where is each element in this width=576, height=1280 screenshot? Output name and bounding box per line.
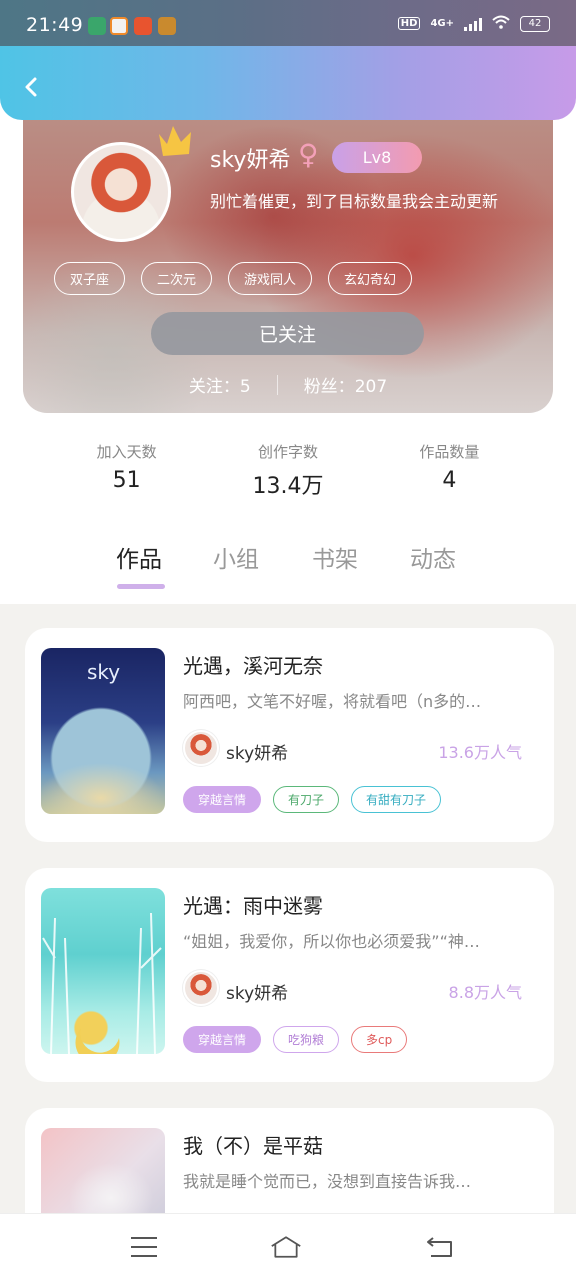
app-notification-icon <box>134 17 152 35</box>
stat-label: 创作字数 <box>257 443 318 461</box>
work-tag[interactable]: 多cp <box>351 1026 408 1053</box>
work-tags: 穿越言情 吃狗粮 多cp <box>183 1026 408 1053</box>
back-button[interactable] <box>18 74 44 100</box>
female-icon: ♀ <box>298 138 319 171</box>
stat-days: 加入天数 51 <box>46 441 207 523</box>
app-notification-icon <box>158 17 176 35</box>
author-avatar <box>183 730 219 766</box>
work-tag[interactable]: 穿越言情 <box>183 1026 262 1053</box>
divider <box>276 374 278 395</box>
book-cover <box>41 888 165 1054</box>
wifi-icon <box>492 15 510 32</box>
work-card[interactable]: sky 光遇，溪河无奈 阿西吧，文笔不好喔，将就看吧（n多的… sky妍希 13… <box>25 628 554 842</box>
work-author: sky妍希 <box>226 984 289 1004</box>
profile-tag[interactable]: 二次元 <box>141 262 213 295</box>
chevron-left-icon <box>25 77 37 97</box>
stats-card: 加入天数 51 创作字数 13.4万 作品数量 4 <box>46 405 530 523</box>
battery-icon: 42 <box>520 15 550 32</box>
work-title: 光遇：雨中迷雾 <box>183 894 323 918</box>
network-type: 4G+ <box>430 17 454 29</box>
home-button[interactable] <box>270 1232 302 1262</box>
level-badge: Lv8 <box>332 142 422 173</box>
status-time: 21:49 <box>26 14 84 36</box>
home-icon <box>271 1236 301 1258</box>
profile-tags: 双子座 二次元 游戏同人 玄幻奇幻 <box>54 262 413 295</box>
tab-bar: 作品 小组 书架 动态 <box>0 540 576 604</box>
stat-words: 创作字数 13.4万 <box>207 441 368 523</box>
cover-text: sky <box>87 660 121 684</box>
work-title: 我（不）是平菇 <box>183 1134 323 1158</box>
status-bar: 21:49 HD 4G+ 42 <box>0 0 576 46</box>
hd-icon: HD <box>397 17 421 30</box>
work-popularity: 8.8万人气 <box>448 983 522 1002</box>
fans-count[interactable]: 粉丝：207 <box>304 372 387 397</box>
work-description: 我就是睡个觉而已，没想到直接告诉我… <box>183 1172 472 1191</box>
work-description: “姐姐，我爱你，所以你也必须爱我”“神… <box>183 932 480 951</box>
menu-icon <box>131 1237 157 1257</box>
follow-button[interactable]: 已关注 <box>151 312 424 355</box>
tab-groups[interactable]: 小组 <box>213 540 259 574</box>
bio: 别忙着催更，到了目标数量我会主动更新 <box>210 192 499 211</box>
system-nav-bar <box>0 1213 576 1280</box>
work-popularity: 13.6万人气 <box>438 743 522 762</box>
tab-activity[interactable]: 动态 <box>410 540 456 574</box>
tab-works[interactable]: 作品 <box>116 540 162 574</box>
username: sky妍希 <box>210 148 291 173</box>
work-tag[interactable]: 吃狗粮 <box>273 1026 340 1053</box>
book-cover: sky <box>41 648 165 814</box>
app-notification-icon <box>88 17 106 35</box>
follow-counts: 关注：5 粉丝：207 <box>23 372 553 397</box>
work-tags: 穿越言情 有刀子 有甜有刀子 <box>183 786 442 813</box>
stat-label: 作品数量 <box>419 443 480 461</box>
back-nav-button[interactable] <box>424 1232 456 1262</box>
profile-tag[interactable]: 游戏同人 <box>228 262 313 295</box>
tab-indicator <box>117 584 165 589</box>
work-tag[interactable]: 有甜有刀子 <box>351 786 442 813</box>
profile-tag[interactable]: 玄幻奇幻 <box>328 262 413 295</box>
author-avatar <box>183 970 219 1006</box>
work-tag[interactable]: 穿越言情 <box>183 786 262 813</box>
following-count[interactable]: 关注：5 <box>189 372 251 397</box>
cover-trees <box>42 912 162 1054</box>
return-icon <box>427 1237 452 1257</box>
profile-card: sky妍希 ♀ Lv8 别忙着催更，到了目标数量我会主动更新 双子座 二次元 游… <box>23 96 553 413</box>
tab-bookshelf[interactable]: 书架 <box>312 540 358 574</box>
stat-value: 4 <box>442 468 457 493</box>
profile-tag[interactable]: 双子座 <box>54 262 126 295</box>
stat-label: 加入天数 <box>96 443 157 461</box>
work-title: 光遇，溪河无奈 <box>183 654 323 678</box>
stat-value: 13.4万 <box>252 474 324 499</box>
work-author: sky妍希 <box>226 744 289 764</box>
app-notification-icon <box>110 17 128 35</box>
crown-icon <box>159 126 191 156</box>
work-tag[interactable]: 有刀子 <box>273 786 340 813</box>
work-description: 阿西吧，文笔不好喔，将就看吧（n多的… <box>183 692 482 711</box>
work-card[interactable]: 光遇：雨中迷雾 “姐姐，我爱你，所以你也必须爱我”“神… sky妍希 8.8万人… <box>25 868 554 1082</box>
menu-button[interactable] <box>128 1232 160 1262</box>
stat-value: 51 <box>112 468 141 493</box>
stat-works: 作品数量 4 <box>369 441 530 523</box>
signal-icon <box>464 17 482 31</box>
